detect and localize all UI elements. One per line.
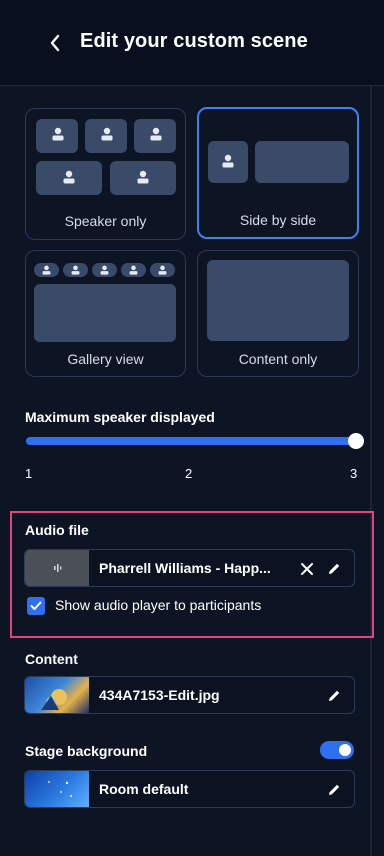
person-icon — [52, 127, 64, 141]
show-audio-player-checkbox[interactable] — [27, 597, 45, 615]
background-thumbnail-icon — [48, 781, 72, 797]
image-thumbnail-icon — [41, 689, 67, 710]
audio-file-row[interactable]: Pharrell Williams - Happ... — [24, 549, 355, 587]
chevron-left-icon — [50, 34, 60, 52]
layout-speaker-only[interactable]: Speaker only — [25, 108, 186, 240]
stage-background-toggle[interactable] — [320, 741, 354, 759]
person-icon — [222, 154, 234, 168]
edit-stage-background-button[interactable] — [324, 780, 344, 800]
pencil-icon — [329, 784, 340, 795]
content-thumbnail — [25, 677, 89, 713]
content-file-name: 434A7153-Edit.jpg — [99, 687, 220, 703]
person-icon — [158, 265, 167, 275]
layout-label: Content only — [238, 351, 318, 367]
layout-label: Side by side — [239, 212, 317, 228]
stage-background-label: Stage background — [25, 743, 148, 759]
content-label: Content — [25, 651, 78, 667]
layout-gallery-view[interactable]: Gallery view — [25, 250, 186, 377]
stage-background-value: Room default — [99, 781, 189, 797]
toggle-knob — [339, 744, 351, 756]
panel-divider — [370, 86, 372, 856]
content-tile — [34, 284, 176, 342]
stage-background-row[interactable]: Room default — [24, 770, 355, 808]
page-title: Edit your custom scene — [80, 30, 308, 52]
person-icon — [71, 265, 80, 275]
layout-label: Gallery view — [67, 351, 144, 367]
content-tile — [207, 260, 349, 341]
person-icon — [150, 127, 162, 141]
person-icon — [100, 265, 109, 275]
person-icon — [63, 170, 75, 184]
edit-content-button[interactable] — [324, 686, 344, 706]
person-icon — [137, 170, 149, 184]
slider-tick: 1 — [25, 466, 33, 481]
header: Edit your custom scene — [0, 0, 384, 86]
layout-content-only[interactable]: Content only — [197, 250, 359, 377]
audio-file-name: Pharrell Williams - Happ... — [99, 560, 271, 576]
back-button[interactable] — [42, 28, 68, 58]
show-audio-player-label: Show audio player to participants — [55, 597, 262, 613]
person-icon — [101, 127, 113, 141]
content-file-row[interactable]: 434A7153-Edit.jpg — [24, 676, 355, 714]
close-icon — [301, 563, 313, 575]
person-icon — [129, 265, 138, 275]
remove-audio-button[interactable] — [297, 559, 317, 579]
checkmark-icon — [30, 601, 42, 610]
pencil-icon — [329, 563, 340, 574]
slider-tick: 3 — [350, 466, 358, 481]
audio-waveform-icon — [54, 564, 62, 572]
stage-background-thumbnail — [25, 771, 89, 807]
layout-side-by-side[interactable]: Side by side — [197, 107, 359, 239]
slider-tick: 2 — [185, 466, 193, 481]
audio-file-label: Audio file — [25, 522, 89, 538]
speaker-slider-label: Maximum speaker displayed — [25, 409, 215, 425]
edit-audio-button[interactable] — [324, 559, 344, 579]
content-tile — [255, 141, 349, 183]
person-icon — [42, 265, 51, 275]
pencil-icon — [329, 690, 340, 701]
speaker-slider-thumb[interactable] — [348, 433, 364, 449]
layout-label: Speaker only — [64, 213, 147, 229]
audio-thumbnail — [25, 550, 89, 586]
speaker-slider-track[interactable] — [26, 437, 356, 445]
